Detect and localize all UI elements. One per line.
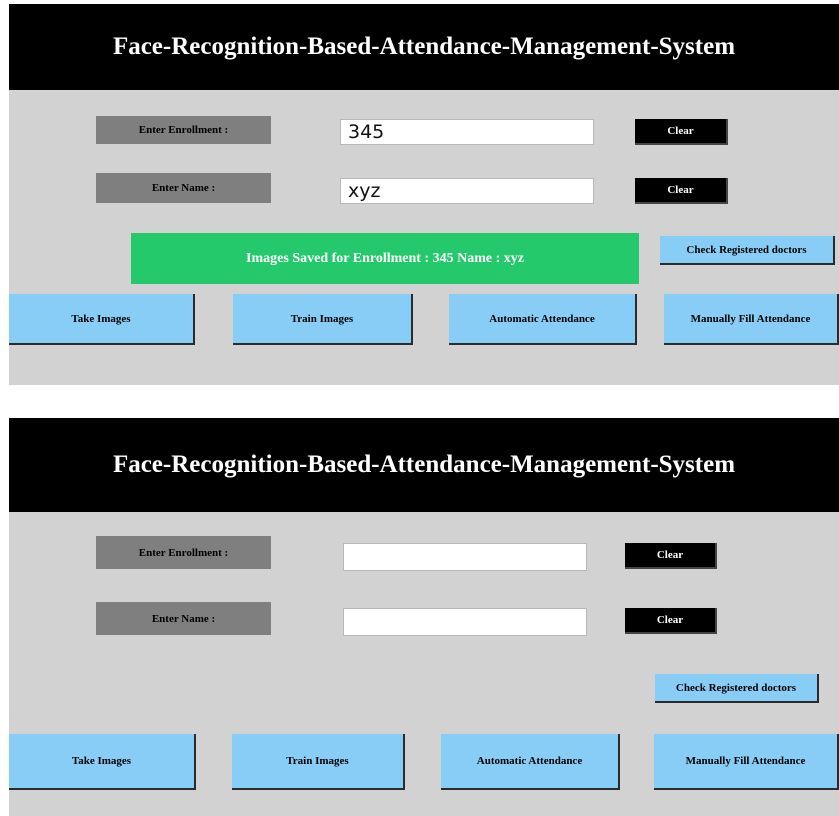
automatic-attendance-button[interactable]: Automatic Attendance bbox=[441, 734, 620, 790]
manually-fill-attendance-button[interactable]: Manually Fill Attendance bbox=[664, 294, 839, 345]
take-images-button[interactable]: Take Images bbox=[9, 294, 195, 345]
enrollment-input[interactable]: 345 bbox=[340, 119, 594, 145]
name-input[interactable] bbox=[343, 608, 587, 636]
status-notification: Images Saved for Enrollment : 345 Name :… bbox=[131, 233, 639, 284]
app-title: Face-Recognition-Based-Attendance-Manage… bbox=[112, 33, 736, 60]
manually-fill-attendance-button[interactable]: Manually Fill Attendance bbox=[654, 734, 839, 790]
enrollment-label: Enter Enrollment : bbox=[96, 116, 271, 144]
take-images-button[interactable]: Take Images bbox=[9, 734, 196, 790]
check-registered-doctors-button[interactable]: Check Registered doctors bbox=[655, 674, 819, 703]
app-title: Face-Recognition-Based-Attendance-Manage… bbox=[112, 451, 736, 478]
clear-name-button[interactable]: Clear bbox=[635, 178, 728, 204]
name-label: Enter Name : bbox=[96, 602, 271, 635]
clear-enrollment-button[interactable]: Clear bbox=[625, 543, 717, 569]
name-label: Enter Name : bbox=[96, 173, 271, 203]
enrollment-label: Enter Enrollment : bbox=[96, 536, 271, 569]
clear-enrollment-button[interactable]: Clear bbox=[635, 119, 728, 145]
train-images-button[interactable]: Train Images bbox=[233, 294, 413, 345]
clear-name-button[interactable]: Clear bbox=[625, 608, 717, 634]
enrollment-input[interactable] bbox=[343, 543, 587, 571]
automatic-attendance-button[interactable]: Automatic Attendance bbox=[449, 294, 637, 345]
title-bar: Face-Recognition-Based-Attendance-Manage… bbox=[9, 4, 839, 90]
train-images-button[interactable]: Train Images bbox=[232, 734, 405, 790]
title-bar: Face-Recognition-Based-Attendance-Manage… bbox=[9, 418, 839, 512]
check-registered-doctors-button[interactable]: Check Registered doctors bbox=[660, 236, 835, 265]
name-input[interactable]: xyz bbox=[340, 178, 594, 204]
